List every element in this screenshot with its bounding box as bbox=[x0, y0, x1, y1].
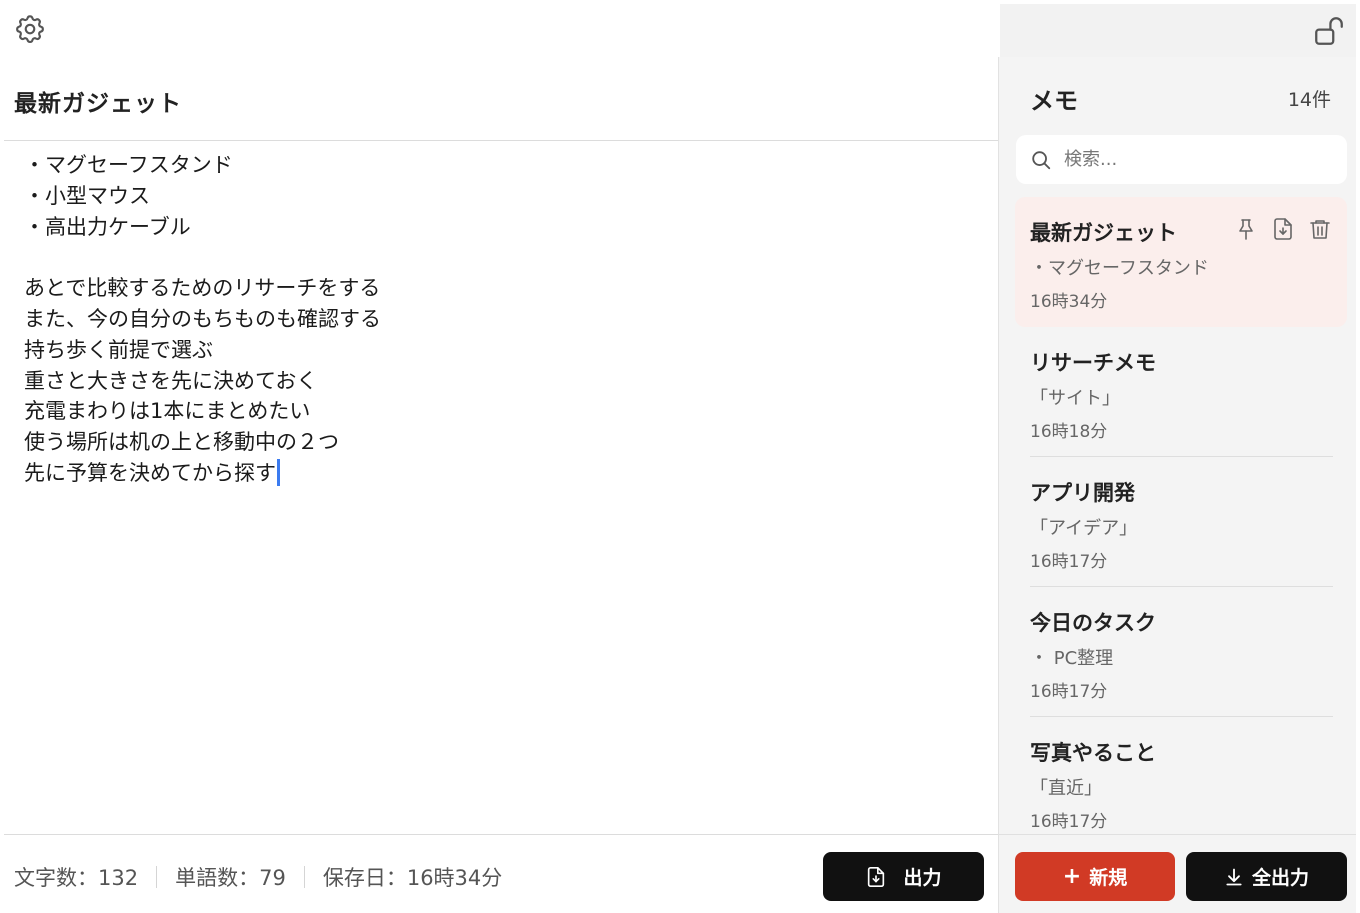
gear-icon[interactable] bbox=[13, 12, 47, 46]
pin-icon[interactable] bbox=[1233, 215, 1258, 243]
item-title: アプリ開発 bbox=[1030, 481, 1135, 505]
note-count: 14件 bbox=[1287, 89, 1331, 111]
note-body[interactable]: ・マグセーフスタンド ・小型マウス ・高出力ケーブル あとで比較するためのリサー… bbox=[24, 150, 984, 489]
export-all-label: 全出力 bbox=[1251, 867, 1309, 889]
search-box[interactable] bbox=[1016, 135, 1347, 184]
list-item[interactable]: リサーチメモ 「サイト」 16時18分 bbox=[999, 327, 1357, 457]
export-button[interactable]: 出力 bbox=[823, 852, 984, 901]
word-count: 単語数：79 bbox=[175, 866, 286, 890]
body-line: あとで比較するためのリサーチをする bbox=[24, 276, 381, 301]
body-line bbox=[24, 242, 984, 273]
body-line: 持ち歩く前提で選ぶ bbox=[24, 337, 213, 362]
separator bbox=[156, 866, 158, 888]
notes-sidebar: メモ 14件 最新ガジェット ・マグセーフスタンド 16時34分 bbox=[998, 57, 1356, 913]
item-preview: ・マグセーフスタンド bbox=[1030, 258, 1209, 279]
item-preview: ・ PC整理 bbox=[1030, 648, 1114, 669]
item-date: 16時17分 bbox=[1030, 552, 1108, 572]
list-item[interactable]: 今日のタスク ・ PC整理 16時17分 bbox=[999, 587, 1357, 717]
item-title: 今日のタスク bbox=[1030, 611, 1156, 635]
body-line: ・マグセーフスタンド bbox=[24, 153, 233, 177]
list-item[interactable]: 写真やること 「直近」 16時17分 bbox=[999, 717, 1357, 833]
sidebar-header-strip bbox=[1000, 4, 1356, 58]
body-line: 充電まわりは1本にまとめたい bbox=[24, 399, 311, 424]
char-count: 文字数：132 bbox=[14, 866, 139, 890]
unlock-icon[interactable] bbox=[1312, 14, 1346, 48]
item-preview: 「サイト」 bbox=[1030, 388, 1120, 409]
list-item[interactable]: アプリ開発 「アイデア」 16時17分 bbox=[999, 457, 1357, 587]
item-preview: 「アイデア」 bbox=[1030, 518, 1138, 539]
item-actions bbox=[1233, 215, 1332, 243]
body-line: また、今の自分のもちものも確認する bbox=[24, 306, 381, 331]
saved-time: 保存日：16時34分 bbox=[322, 866, 503, 890]
export-all-button[interactable]: 全出力 bbox=[1186, 852, 1347, 901]
item-title: 写真やること bbox=[1030, 741, 1156, 765]
plus-icon: + bbox=[1062, 863, 1082, 889]
text-caret bbox=[277, 458, 280, 486]
item-title: 最新ガジェット bbox=[1030, 221, 1177, 245]
search-icon bbox=[1032, 150, 1051, 169]
item-preview: 「直近」 bbox=[1030, 778, 1102, 799]
download-arrow-icon bbox=[1226, 868, 1242, 885]
divider bbox=[998, 834, 1356, 835]
divider bbox=[4, 140, 1000, 141]
body-line-last: 先に予算を決めてから探す bbox=[24, 458, 984, 489]
body-line-text: 先に予算を決めてから探す bbox=[24, 460, 276, 485]
sidebar-title: メモ bbox=[1030, 87, 1078, 115]
body-line: 重さと大きさを先に決めておく bbox=[24, 368, 318, 393]
item-date: 16時17分 bbox=[1030, 682, 1108, 702]
item-date: 16時17分 bbox=[1030, 812, 1108, 832]
body-line: ・小型マウス bbox=[24, 183, 150, 208]
status-bar: 文字数：132 単語数：79 保存日：16時34分 bbox=[14, 862, 502, 892]
item-date: 16時18分 bbox=[1030, 422, 1108, 442]
search-input[interactable] bbox=[1064, 149, 1324, 170]
file-download-icon[interactable] bbox=[1270, 215, 1295, 243]
note-title[interactable]: 最新ガジェット bbox=[14, 84, 182, 118]
item-date: 16時34分 bbox=[1030, 292, 1108, 312]
body-line: ・高出力ケーブル bbox=[24, 214, 191, 239]
item-title: リサーチメモ bbox=[1030, 351, 1156, 375]
notes-list: 最新ガジェット ・マグセーフスタンド 16時34分 リサーチメモ 「サイト」 1… bbox=[999, 197, 1357, 833]
editor-pane: 最新ガジェット ・マグセーフスタンド ・小型マウス ・高出力ケーブル あとで比較… bbox=[0, 0, 1000, 913]
new-note-button[interactable]: + 新規 bbox=[1015, 852, 1175, 901]
body-line: 使う場所は机の上と移動中の２つ bbox=[24, 430, 339, 455]
separator bbox=[303, 866, 305, 888]
new-label: 新規 bbox=[1089, 867, 1128, 889]
file-download-icon bbox=[868, 866, 885, 887]
list-item-active[interactable]: 最新ガジェット ・マグセーフスタンド 16時34分 bbox=[1015, 197, 1347, 327]
trash-icon[interactable] bbox=[1307, 215, 1332, 243]
divider bbox=[4, 834, 1000, 835]
app-window: 最新ガジェット ・マグセーフスタンド ・小型マウス ・高出力ケーブル あとで比較… bbox=[0, 0, 1360, 913]
export-label: 出力 bbox=[903, 867, 942, 889]
